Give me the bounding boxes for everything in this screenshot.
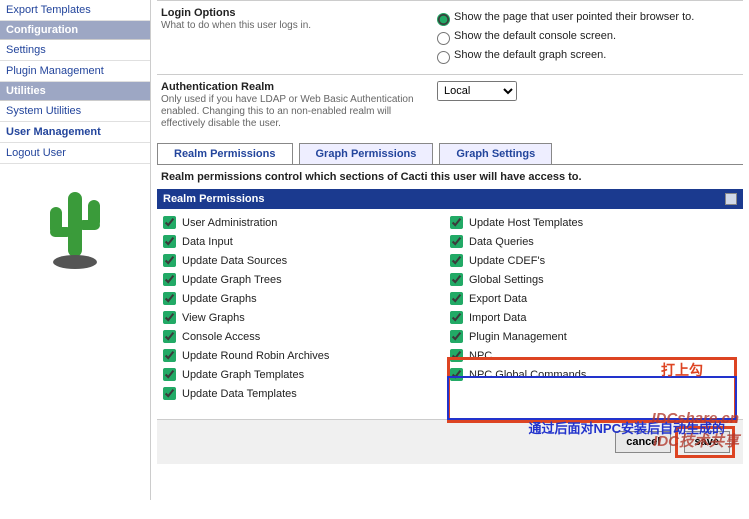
radio-show-pointed-page[interactable] — [437, 13, 450, 26]
sidebar-item-export-templates[interactable]: Export Templates — [0, 0, 150, 21]
perm-update-graphs[interactable] — [163, 292, 176, 305]
perm-col-left: User Administration Data Input Update Da… — [163, 213, 450, 403]
sidebar-item-logout-user[interactable]: Logout User — [0, 143, 150, 164]
annotation-text-check: 打上勾 — [661, 360, 703, 380]
tab-realm-permissions[interactable]: Realm Permissions — [157, 143, 293, 164]
perm-user-administration[interactable] — [163, 216, 176, 229]
perm-update-data-sources[interactable] — [163, 254, 176, 267]
perm-view-graphs[interactable] — [163, 311, 176, 324]
perm-data-input[interactable] — [163, 235, 176, 248]
auth-realm-select[interactable]: Local — [437, 81, 517, 101]
sidebar-item-system-utilities[interactable]: System Utilities — [0, 101, 150, 122]
perm-update-graph-trees[interactable] — [163, 273, 176, 286]
sidebar-item-plugin-management[interactable]: Plugin Management — [0, 61, 150, 82]
sidebar-item-user-management[interactable]: User Management — [0, 122, 150, 143]
radio-label: Show the default console screen. — [454, 30, 616, 42]
perm-global-settings[interactable] — [450, 273, 463, 286]
cactus-logo — [0, 182, 150, 275]
tab-graph-settings[interactable]: Graph Settings — [439, 143, 552, 164]
watermark-text: IDC技术共享 — [653, 430, 739, 451]
perm-update-host-templates[interactable] — [450, 216, 463, 229]
sidebar-item-settings[interactable]: Settings — [0, 40, 150, 61]
auth-realm-label: Authentication Realm Only used if you ha… — [157, 81, 437, 129]
realm-description: Realm permissions control which sections… — [157, 165, 743, 189]
perm-import-data[interactable] — [450, 311, 463, 324]
realm-permissions-header: Realm Permissions — [157, 189, 743, 209]
perm-plugin-management[interactable] — [450, 330, 463, 343]
sidebar-heading-configuration: Configuration — [0, 21, 150, 40]
sidebar-heading-utilities: Utilities — [0, 82, 150, 101]
perm-update-rra[interactable] — [163, 349, 176, 362]
sidebar: Export Templates Configuration Settings … — [0, 0, 151, 500]
perm-npc[interactable] — [450, 349, 463, 362]
radio-show-graph[interactable] — [437, 51, 450, 64]
tab-graph-permissions[interactable]: Graph Permissions — [299, 143, 434, 164]
main-panel: Login Options What to do when this user … — [151, 0, 749, 500]
perm-update-graph-templates[interactable] — [163, 368, 176, 381]
perm-npc-global-commands[interactable] — [450, 368, 463, 381]
perm-data-queries[interactable] — [450, 235, 463, 248]
perm-update-cdefs[interactable] — [450, 254, 463, 267]
toggle-all-checkbox[interactable] — [725, 193, 737, 205]
tabs: Realm Permissions Graph Permissions Grap… — [157, 143, 743, 165]
perm-console-access[interactable] — [163, 330, 176, 343]
perm-export-data[interactable] — [450, 292, 463, 305]
perm-update-data-templates[interactable] — [163, 387, 176, 400]
login-options-label: Login Options What to do when this user … — [157, 7, 437, 68]
watermark-url: IDCshare.cn — [651, 410, 739, 427]
radio-label: Show the default graph screen. — [454, 49, 606, 61]
radio-label: Show the page that user pointed their br… — [454, 11, 694, 23]
radio-show-console[interactable] — [437, 32, 450, 45]
